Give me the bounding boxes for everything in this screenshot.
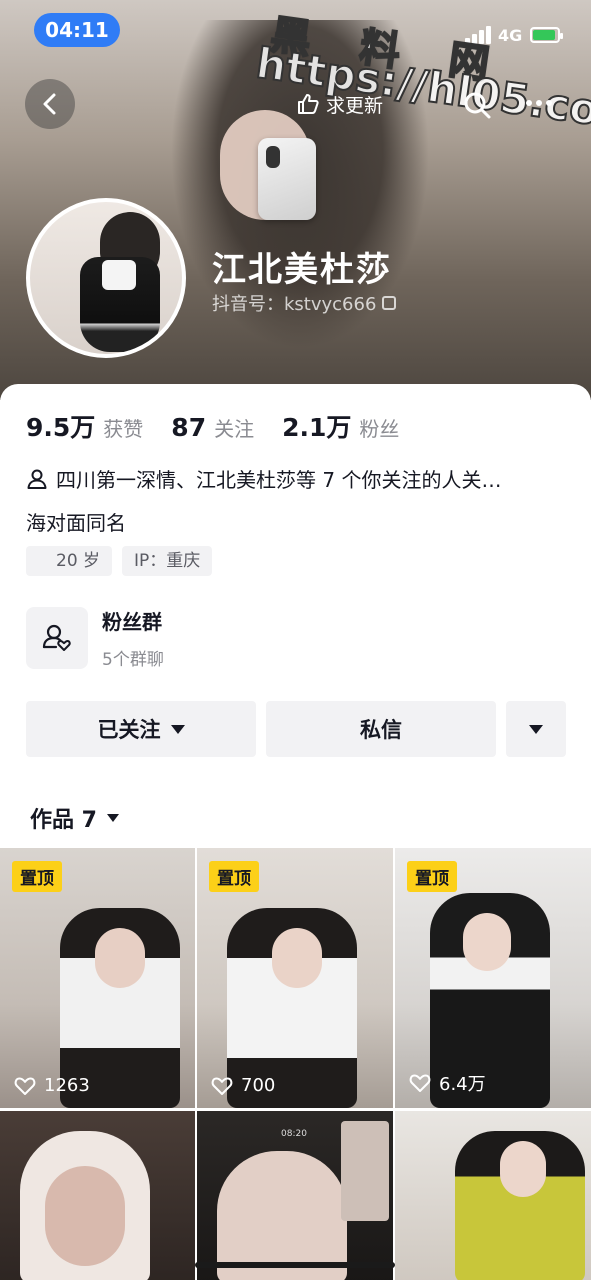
mutual-follows-text: 四川第一深情、江北美杜莎等 7 个你关注的人关… — [56, 468, 502, 492]
stat-following[interactable]: 87 关注 — [171, 413, 254, 442]
tab-works-label: 作品 7 — [30, 808, 97, 833]
home-indicator — [195, 1262, 395, 1268]
thumbs-up-icon — [298, 94, 319, 114]
copy-icon[interactable] — [382, 296, 397, 310]
fan-group-title: 粉丝群 — [102, 610, 162, 634]
stat-likes: 9.5万 获赞 — [26, 408, 143, 444]
more-actions-button[interactable] — [506, 701, 566, 757]
followed-label: 已关注 — [97, 718, 161, 742]
followed-button[interactable]: 已关注 — [26, 701, 256, 757]
stat-followers-value: 2.1万 — [282, 413, 352, 442]
video-likes-count: 700 — [241, 1075, 276, 1096]
pinned-badge: 置顶 — [407, 861, 457, 892]
video-overlay-time: 08:20 — [281, 1129, 307, 1139]
nickname: 江北美杜莎 — [212, 250, 392, 290]
stat-likes-label: 获赞 — [103, 417, 144, 441]
fan-group-entry[interactable]: 粉丝群 5个群聊 — [26, 606, 164, 670]
video-thumbnail[interactable] — [395, 1111, 591, 1280]
more-icon[interactable] — [526, 100, 552, 106]
pinned-badge: 置顶 — [12, 861, 62, 892]
person-icon — [27, 469, 47, 489]
search-icon[interactable] — [462, 90, 492, 124]
profile-stats: 9.5万 获赞 87 关注 2.1万 粉丝 — [26, 408, 427, 444]
video-likes-count: 1263 — [44, 1075, 90, 1096]
video-likes-count: 6.4万 — [439, 1074, 486, 1095]
message-label: 私信 — [360, 718, 402, 742]
action-buttons: 已关注 私信 — [26, 701, 566, 757]
video-thumbnail[interactable] — [0, 1111, 195, 1280]
stat-following-label: 关注 — [214, 417, 255, 441]
video-likes: 1263 — [14, 1075, 90, 1096]
age-tag: 20 岁 — [26, 546, 113, 576]
video-thumbnail[interactable]: 置顶 700 — [197, 848, 393, 1108]
stat-following-value: 87 — [171, 413, 207, 442]
message-button[interactable]: 私信 — [266, 701, 496, 757]
bio: 海对面同名 — [26, 511, 126, 535]
heart-icon — [211, 1077, 233, 1095]
video-likes: 6.4万 — [409, 1070, 486, 1096]
caret-down-icon — [529, 724, 543, 734]
caret-down-icon — [170, 724, 185, 734]
video-thumbnail[interactable]: 置顶 1263 — [0, 848, 195, 1108]
profile-tags: 20 岁 IP：重庆 — [26, 546, 213, 576]
mutual-follows[interactable]: 四川第一深情、江北美杜莎等 7 个你关注的人关… — [26, 464, 566, 493]
tab-works[interactable]: 作品 7 — [30, 802, 119, 834]
heart-icon — [409, 1074, 431, 1092]
group-heart-icon — [42, 624, 71, 651]
fan-group-subtitle: 5个群聊 — [102, 650, 164, 670]
pinned-badge: 置顶 — [209, 861, 259, 892]
video-thumbnail[interactable]: 08:20 — [197, 1111, 393, 1280]
cover-photo-phone — [258, 138, 316, 220]
video-likes: 700 — [211, 1075, 275, 1096]
stat-followers-label: 粉丝 — [359, 417, 400, 441]
caret-down-icon — [106, 814, 119, 822]
video-thumbnail[interactable]: 置顶 6.4万 — [395, 848, 591, 1108]
stat-followers[interactable]: 2.1万 粉丝 — [282, 408, 399, 444]
status-time[interactable]: 04:11 — [34, 13, 120, 47]
ip-tag: IP：重庆 — [122, 546, 213, 576]
douyin-id[interactable]: 抖音号：kstvyc666 — [212, 290, 397, 316]
stat-likes-value: 9.5万 — [26, 413, 96, 442]
chevron-left-icon — [43, 93, 56, 115]
request-update-label: 求更新 — [326, 94, 384, 117]
fan-group-icon-box — [26, 607, 88, 669]
request-update-button[interactable]: 求更新 — [296, 86, 383, 122]
douyin-id-text: 抖音号：kstvyc666 — [212, 294, 377, 315]
video-grid: 置顶 1263 置顶 700 置顶 6.4万 08:20 — [0, 848, 591, 1280]
heart-icon — [14, 1077, 36, 1095]
avatar[interactable] — [26, 198, 186, 358]
back-button[interactable] — [25, 79, 75, 129]
